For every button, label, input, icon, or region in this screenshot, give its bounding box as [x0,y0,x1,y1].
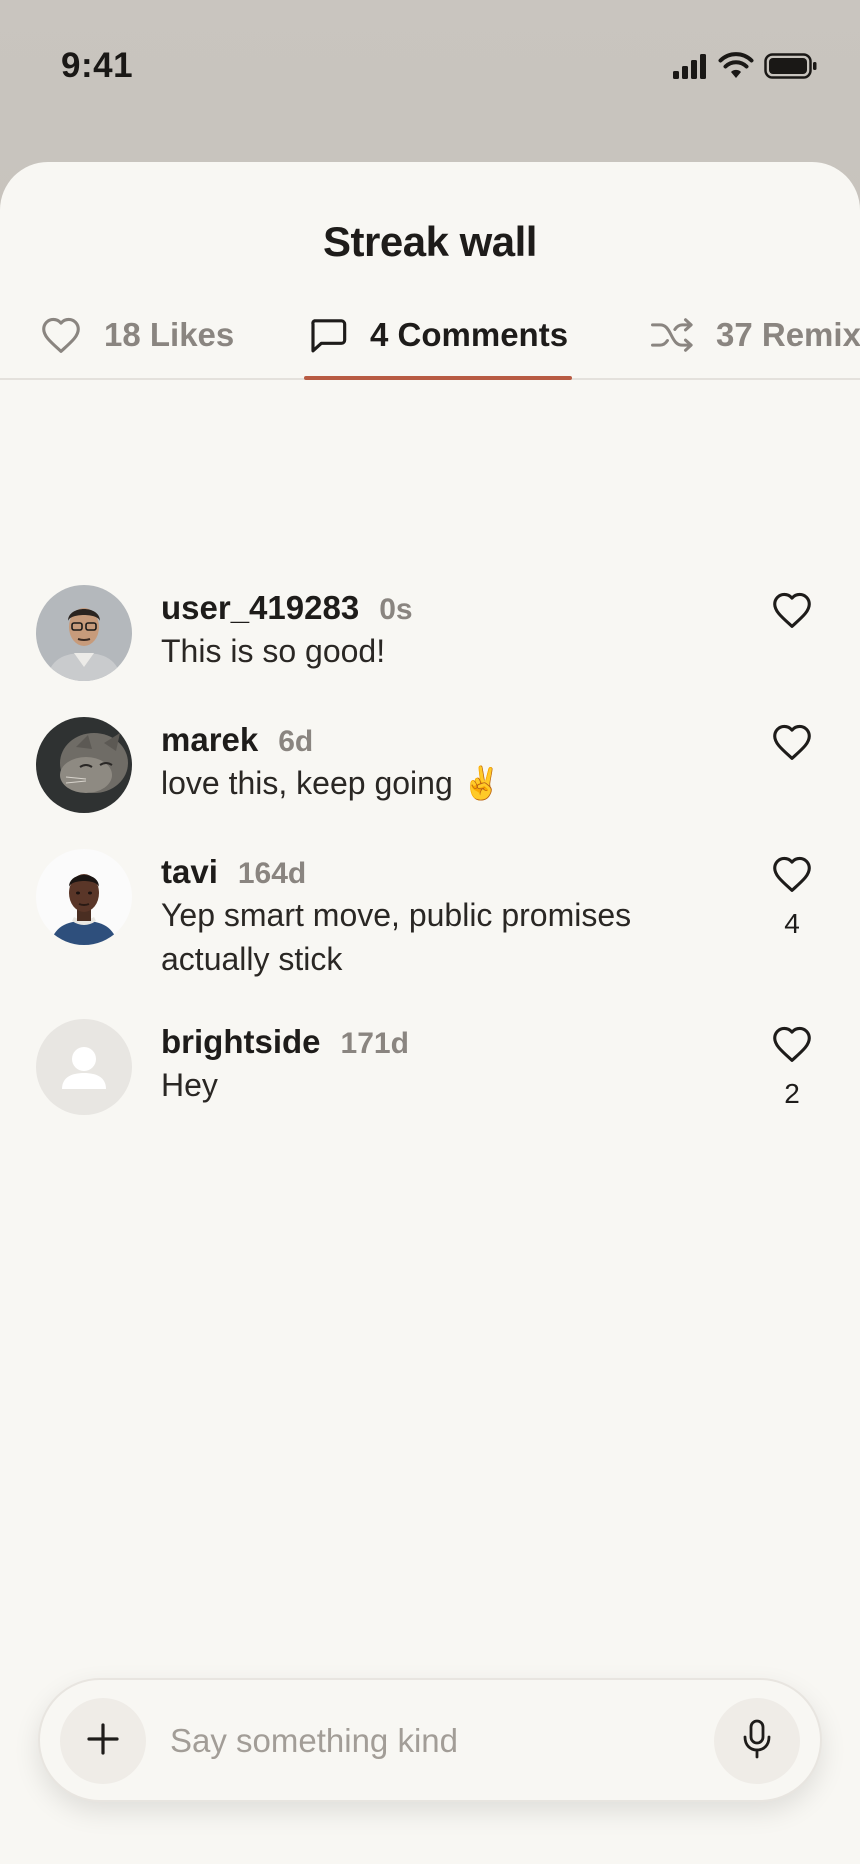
heart-icon [40,316,82,354]
heart-icon [771,1025,813,1068]
tab-likes[interactable]: 18 Likes [40,290,234,380]
comment-like-count: 2 [784,1078,800,1109]
add-attachment-button[interactable] [60,1698,146,1784]
comment-body: user_419283 0s This is so good! [161,585,701,673]
comment-text: Hey [161,1067,218,1103]
comment-time: 164d [237,857,307,890]
shuffle-icon [650,316,694,354]
avatar[interactable] [36,585,132,681]
heart-icon [771,591,813,634]
comment-username[interactable]: user_419283 [161,589,359,627]
comment-input[interactable] [170,1710,670,1772]
plus-icon [86,1722,120,1761]
comment-text: love this, keep going ✌️ [161,765,502,801]
comment-like-button[interactable] [760,723,824,776]
sheet-title: Streak wall [323,218,537,265]
comment-username[interactable]: marek [161,721,258,759]
comment-time: 171d [340,1027,409,1060]
avatar[interactable] [36,717,132,813]
comments-sheet: Streak wall 18 Likes 4 Comments 37 Remix… [0,162,860,1864]
status-icons [672,52,818,85]
tab-bar: 18 Likes 4 Comments 37 Remixes [0,290,860,380]
comment-like-count: 4 [784,908,800,939]
comment-like-button[interactable]: 4 [760,855,824,940]
avatar[interactable] [36,849,132,945]
comment-text: This is so good! [161,633,386,669]
comment-like-button[interactable] [760,591,824,644]
comment-icon [308,316,348,354]
tab-remixes-label: 37 Remixes [716,316,860,353]
tab-comments[interactable]: 4 Comments [308,290,568,380]
status-bar: 9:41 [0,0,860,140]
status-time: 9:41 [61,46,134,85]
comment-time: 6d [278,725,314,758]
microphone-icon [742,1719,772,1764]
voice-input-button[interactable] [714,1698,800,1784]
battery-icon [764,52,818,85]
tab-likes-label: 18 Likes [104,316,235,353]
wifi-icon [718,52,754,85]
comment-body: tavi 164d Yep smart move, public promise… [161,849,701,981]
comment-body: marek 6d love this, keep going ✌️ [161,717,701,805]
heart-icon [771,723,813,766]
comment-time: 0s [379,593,413,626]
comment-composer [38,1678,822,1802]
comment-username[interactable]: tavi [161,853,218,891]
signal-icon [672,53,708,84]
tab-comments-label: 4 Comments [370,316,569,353]
comment-body: brightside 171d Hey [161,1019,701,1107]
default-avatar[interactable] [36,1019,132,1115]
tab-remixes[interactable]: 37 Remixes [650,290,860,380]
heart-icon [771,855,813,898]
comment-username[interactable]: brightside [161,1023,321,1061]
active-tab-indicator [304,376,572,380]
comment-like-button[interactable]: 2 [760,1025,824,1110]
comment-text: Yep smart move, public promises actually… [161,897,632,977]
